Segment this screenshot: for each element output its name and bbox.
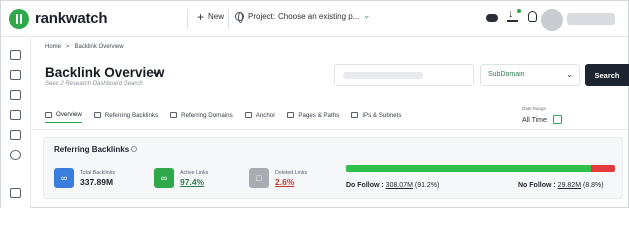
rankwatch-logo-icon[interactable] <box>9 9 29 29</box>
chevron-down-icon[interactable]: ⌄ <box>151 65 163 78</box>
tab-pages-paths[interactable]: Pages & Paths <box>287 107 339 123</box>
pages-icon <box>287 112 295 118</box>
stat-value[interactable]: 2.6% <box>275 177 307 187</box>
stat-label: Active Links <box>180 169 209 176</box>
breadcrumb: Home > Backlink Overview <box>45 44 124 50</box>
scope-select[interactable]: SubDomain ⌄ <box>480 64 580 86</box>
date-range-label: Date Range <box>522 106 547 111</box>
new-button[interactable]: + New <box>197 9 225 24</box>
date-range-select[interactable]: All Time <box>522 117 547 124</box>
link-icon: ∞ <box>54 168 74 188</box>
download-notify-icon[interactable] <box>507 8 521 23</box>
nofollow-value[interactable]: 29.82M <box>558 182 581 189</box>
stat-label: Deleted Links <box>275 169 308 176</box>
active-link-icon: ∞ <box>154 168 174 188</box>
app-window: rankwatch + New Project: Choose an exist… <box>0 0 629 208</box>
chevron-down-icon[interactable]: ⌄ <box>363 10 371 21</box>
sidebar <box>1 38 31 208</box>
tab-bar: Overview Referring Backlinks Referring D… <box>45 107 413 123</box>
stat-total-backlinks: ∞ Total Backlinks 337.89M <box>54 165 144 191</box>
domain-search-input[interactable] <box>334 64 474 86</box>
site-audit-icon[interactable] <box>10 130 21 140</box>
redacted-domain-text <box>343 72 423 79</box>
tab-anchor[interactable]: Anchor <box>244 107 275 123</box>
anchor-icon <box>244 112 252 118</box>
divider <box>228 9 229 29</box>
ip-icon <box>351 112 359 118</box>
tab-referring-backlinks[interactable]: Referring Backlinks <box>93 107 158 123</box>
stat-deleted-links: □ Deleted Links 2.6% <box>249 165 329 191</box>
nofollow-label: No Follow : 29.82M (8.8%) <box>518 182 604 189</box>
dofollow-label: Do Follow : 308.07M (91.2%) <box>346 182 440 189</box>
project-label: Project: <box>235 12 275 23</box>
page-subtitle: Sees 2 Research Dashboard Search <box>45 81 143 87</box>
divider <box>187 9 188 29</box>
follow-ratio-bar <box>346 165 615 172</box>
bulb-icon[interactable] <box>528 11 540 23</box>
settings-panel-icon[interactable] <box>10 188 21 198</box>
dofollow-pct: (91.2%) <box>414 182 440 189</box>
avatar[interactable] <box>541 9 563 31</box>
nofollow-pct: (8.8%) <box>582 182 604 189</box>
project-select[interactable]: Choose an existing p... <box>278 12 359 21</box>
breadcrumb-separator: > <box>66 44 70 50</box>
chevron-down-icon: ⌄ <box>566 70 573 79</box>
search-button[interactable]: Search <box>585 64 629 86</box>
scope-select-value: SubDomain <box>488 71 525 78</box>
new-label: New <box>208 12 225 21</box>
rank-tracker-icon[interactable] <box>10 70 21 80</box>
stat-active-links: ∞ Active Links 97.4% <box>154 165 234 191</box>
breadcrumb-current: Backlink Overview <box>74 44 124 50</box>
plus-icon: + <box>197 9 205 24</box>
tab-ips-subnets[interactable]: IPs & Subnets <box>351 107 401 123</box>
calendar-icon[interactable] <box>553 115 562 124</box>
page-title[interactable]: Backlink Overview <box>45 65 164 80</box>
stat-label: Total Backlinks <box>80 169 116 176</box>
top-bar: rankwatch + New Project: Choose an exist… <box>1 1 628 37</box>
globe-icon <box>235 12 244 23</box>
link-icon <box>93 112 101 118</box>
topbar-icons <box>486 8 540 23</box>
section-title: Referring Backlinks <box>54 145 130 154</box>
user-name-redacted[interactable] <box>567 13 615 25</box>
backlinks-icon[interactable] <box>10 90 21 100</box>
breadcrumb-home[interactable]: Home <box>45 44 61 50</box>
dofollow-bar-segment <box>346 165 592 172</box>
chart-icon <box>45 111 52 118</box>
cloud-download-icon[interactable] <box>486 11 498 23</box>
divider <box>32 129 628 130</box>
domains-icon <box>170 112 178 118</box>
compass-icon[interactable] <box>10 150 21 160</box>
tab-overview[interactable]: Overview <box>45 107 82 123</box>
stat-value: 337.89M <box>80 176 114 187</box>
brand-name[interactable]: rankwatch <box>35 10 108 27</box>
stat-value[interactable]: 97.4% <box>180 177 208 187</box>
info-icon[interactable] <box>131 146 137 152</box>
dofollow-value[interactable]: 308.07M <box>386 182 413 189</box>
reports-icon[interactable] <box>10 110 21 120</box>
trash-icon: □ <box>249 168 269 188</box>
dashboard-icon[interactable] <box>10 50 21 60</box>
tab-referring-domains[interactable]: Referring Domains <box>170 107 233 123</box>
